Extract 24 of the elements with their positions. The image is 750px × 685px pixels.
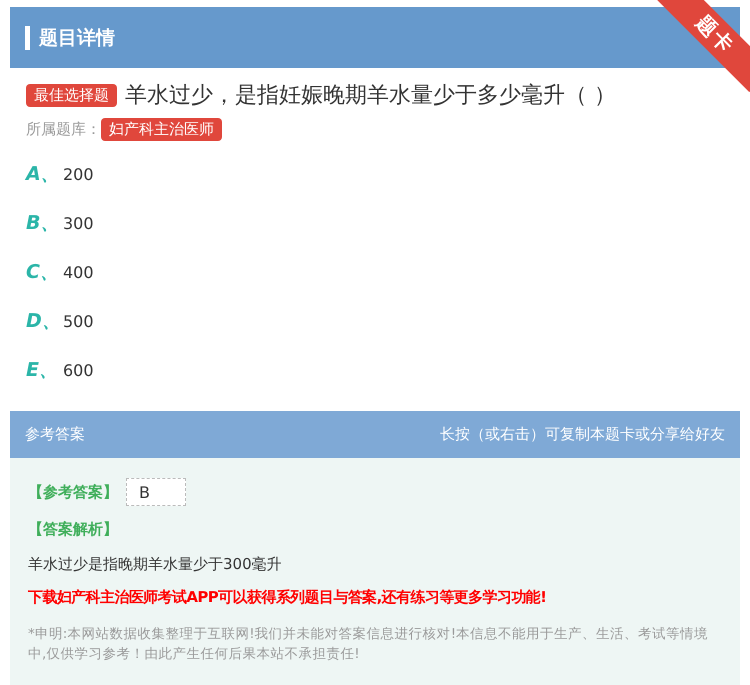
option-letter: D、 [26, 309, 62, 334]
option-text: 600 [63, 360, 94, 380]
title-marker [25, 26, 30, 50]
option-text: 200 [63, 164, 94, 184]
disclaimer-text: *申明:本网站数据收集整理于互联网!我们并未能对答案信息进行核对!本信息不能用于生产、生活、考试等情境中,仅供学习参考！由此产生任何后果本站不承担责任! [28, 625, 710, 664]
option-text: 400 [63, 262, 94, 282]
analysis-label: 【答案解析】 [28, 520, 119, 539]
answer-value: B [126, 478, 186, 506]
answer-title: 参考答案 [25, 425, 85, 444]
bank-tag[interactable]: 妇产科主治医师 [101, 118, 222, 141]
option-text: 500 [63, 312, 94, 330]
option-letter: E、 [26, 358, 59, 383]
option-letter: B、 [26, 211, 60, 236]
page-title: 题目详情 [39, 26, 115, 50]
question-text: 羊水过少，是指妊娠晚期羊水量少于多少毫升（ ） [125, 82, 616, 110]
option-letter: A、 [26, 162, 61, 187]
analysis-text: 羊水过少是指晚期羊水量少于300毫升 [28, 555, 283, 574]
answer-label: 【参考答案】 [28, 482, 118, 502]
bank-label: 所属题库： [26, 120, 101, 139]
share-hint: 长按（或右击）可复制本题卡或分享给好友 [440, 425, 725, 444]
option-text: 300 [63, 214, 94, 232]
option-letter: C、 [26, 260, 60, 285]
promo-text: 下载妇产科主治医师考试APP可以获得系列题目与答案,还有练习等更多学习功能! [28, 588, 548, 607]
question-type-tag: 最佳选择题 [26, 84, 117, 106]
